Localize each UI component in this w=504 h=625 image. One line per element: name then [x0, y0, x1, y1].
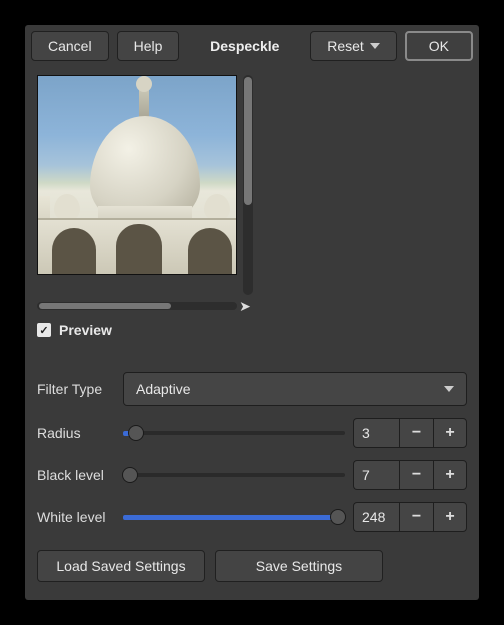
radius-input[interactable] [353, 418, 399, 448]
black-level-input[interactable] [353, 460, 399, 490]
white-level-slider[interactable] [123, 502, 345, 532]
cancel-button[interactable]: Cancel [31, 31, 109, 61]
chevron-down-icon [370, 43, 380, 49]
filter-type-value: Adaptive [136, 381, 190, 397]
footer: Load Saved Settings Save Settings [37, 550, 467, 582]
radius-increment[interactable]: + [433, 418, 467, 448]
reset-label: Reset [327, 38, 364, 54]
preview-image[interactable] [37, 75, 237, 275]
load-saved-settings-button[interactable]: Load Saved Settings [37, 550, 205, 582]
radius-row: Radius − + [37, 418, 467, 448]
black-level-decrement[interactable]: − [399, 460, 433, 490]
white-level-decrement[interactable]: − [399, 502, 433, 532]
black-level-label: Black level [37, 467, 115, 483]
preview-horizontal-scroll-row: ➤ [37, 298, 259, 314]
preview-navigation-icon[interactable]: ➤ [237, 298, 253, 315]
radius-decrement[interactable]: − [399, 418, 433, 448]
preview-label: Preview [59, 322, 112, 338]
despeckle-dialog: Cancel Help Despeckle Reset OK [25, 25, 479, 600]
white-level-increment[interactable]: + [433, 502, 467, 532]
radius-spin: − + [353, 418, 467, 448]
checkbox-icon: ✓ [37, 323, 51, 337]
filter-type-row: Filter Type Adaptive [37, 372, 467, 406]
radius-slider[interactable] [123, 418, 345, 448]
chevron-down-icon [444, 386, 454, 392]
black-level-row: Black level − + [37, 460, 467, 490]
dialog-body: ➤ ✓ Preview Filter Type Adaptive Radius [25, 67, 479, 600]
save-settings-button[interactable]: Save Settings [215, 550, 383, 582]
black-level-slider[interactable] [123, 460, 345, 490]
white-level-row: White level − + [37, 502, 467, 532]
ok-button[interactable]: OK [405, 31, 473, 61]
preview-area [37, 75, 259, 295]
white-level-spin: − + [353, 502, 467, 532]
filter-type-label: Filter Type [37, 381, 115, 397]
filter-type-select[interactable]: Adaptive [123, 372, 467, 406]
black-level-increment[interactable]: + [433, 460, 467, 490]
preview-toggle[interactable]: ✓ Preview [37, 322, 467, 338]
help-button[interactable]: Help [117, 31, 180, 61]
scrollbar-thumb[interactable] [244, 77, 252, 205]
dialog-header: Cancel Help Despeckle Reset OK [25, 25, 479, 67]
scrollbar-thumb[interactable] [39, 303, 171, 309]
preview-vertical-scrollbar[interactable] [243, 75, 253, 295]
black-level-spin: − + [353, 460, 467, 490]
radius-label: Radius [37, 425, 115, 441]
dialog-title: Despeckle [206, 38, 283, 54]
reset-button[interactable]: Reset [310, 31, 397, 61]
preview-horizontal-scrollbar[interactable] [37, 302, 237, 310]
controls: Filter Type Adaptive Radius − + [37, 372, 467, 532]
white-level-input[interactable] [353, 502, 399, 532]
white-level-label: White level [37, 509, 115, 525]
